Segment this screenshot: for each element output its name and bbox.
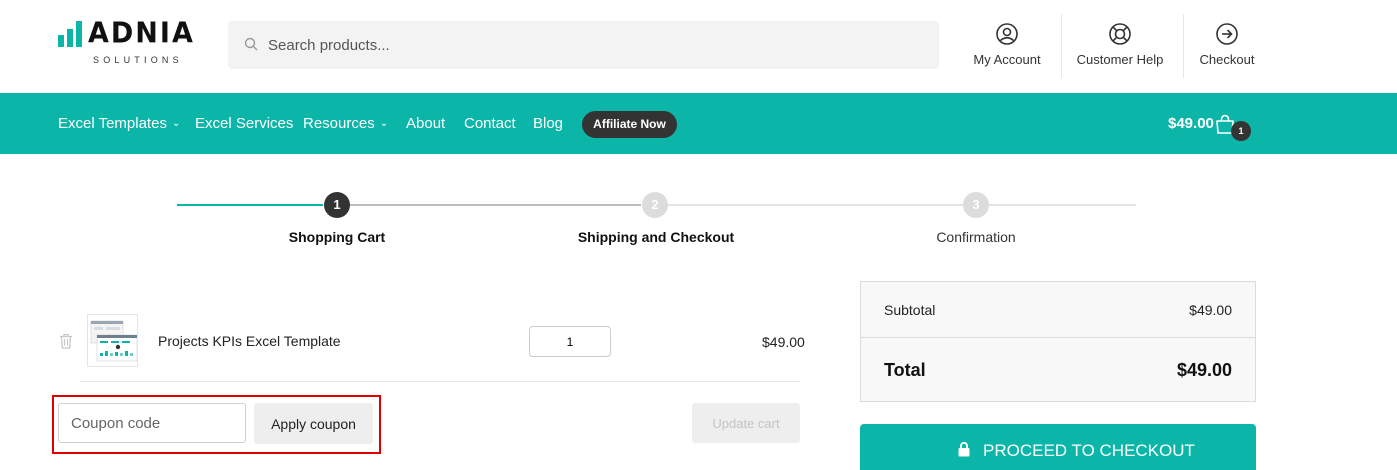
lock-icon [958, 441, 970, 457]
user-circle-icon [996, 23, 1018, 45]
chevron-down-icon: ⌄ [171, 118, 181, 129]
totals-divider [861, 337, 1255, 338]
nav-item-label: About [406, 115, 446, 132]
nav-item-about[interactable]: About [406, 115, 445, 132]
cart-count-badge: 1 [1231, 121, 1251, 141]
product-thumbnail[interactable] [87, 314, 138, 367]
my-account-label: My Account [973, 52, 1041, 67]
step-3-badge: 3 [963, 192, 989, 218]
my-account-link[interactable]: My Account [962, 14, 1052, 78]
step-2-badge: 2 [642, 192, 668, 218]
nav-item-blog[interactable]: Blog [533, 115, 563, 132]
trash-icon[interactable] [59, 333, 73, 349]
arrow-right-circle-icon [1216, 23, 1238, 45]
row-divider [80, 381, 800, 382]
nav-item-excel-services[interactable]: Excel Services [195, 115, 293, 132]
step-1-label: Shopping Cart [288, 229, 386, 245]
nav-item-contact[interactable]: Contact [464, 115, 516, 132]
brand-name: ADNIA [88, 17, 195, 50]
nav-item-excel-templates[interactable]: Excel Templates ⌄ [58, 115, 180, 132]
line-item-price: $49.00 [762, 334, 805, 350]
proceed-to-checkout-label: PROCEED TO CHECKOUT [983, 441, 1195, 460]
step-1-badge: 1 [324, 192, 350, 218]
apply-coupon-button[interactable]: Apply coupon [254, 403, 373, 444]
total-label: Total [884, 360, 926, 380]
nav-item-label: Excel Services [195, 115, 294, 132]
cart-totals-panel: Subtotal $49.00 Total $49.00 [860, 281, 1256, 402]
checkout-label: Checkout [1199, 52, 1255, 67]
brand-tagline: SOLUTIONS [93, 55, 183, 65]
total-value: $49.00 [1176, 360, 1232, 380]
header-divider [1183, 14, 1184, 78]
step-3-label: Confirmation [936, 229, 1016, 245]
search-box [228, 21, 939, 69]
subtotal-label: Subtotal [884, 302, 936, 318]
subtotal-value: $49.00 [1189, 302, 1232, 318]
chevron-down-icon: ⌄ [379, 118, 389, 129]
main-nav: Excel Templates ⌄ Excel Services Resource… [0, 93, 1397, 154]
progress-line-complete [177, 204, 323, 206]
nav-item-resources[interactable]: Resources ⌄ [303, 115, 388, 132]
site-header: ADNIA SOLUTIONS My Account Customer Help [0, 0, 1397, 93]
lifebuoy-icon [1109, 23, 1131, 45]
customer-help-link[interactable]: Customer Help [1068, 14, 1172, 78]
nav-item-label: Excel Templates [58, 115, 167, 132]
progress-line [989, 204, 1136, 206]
nav-item-label: Blog [533, 115, 564, 132]
cart-total[interactable]: $49.00 [1168, 115, 1214, 132]
logo-bars-icon [58, 21, 84, 47]
progress-line [349, 204, 641, 206]
brand-logo[interactable]: ADNIA SOLUTIONS [58, 17, 193, 68]
nav-item-label: Contact [464, 115, 516, 132]
quantity-input[interactable] [529, 326, 611, 357]
affiliate-now-button[interactable]: Affiliate Now [582, 111, 677, 138]
search-icon [244, 37, 258, 51]
product-name-link[interactable]: Projects KPIs Excel Template [158, 333, 341, 349]
search-input[interactable] [268, 21, 928, 69]
update-cart-button[interactable]: Update cart [692, 403, 800, 443]
customer-help-label: Customer Help [1076, 52, 1164, 67]
header-divider [1061, 14, 1062, 78]
checkout-link[interactable]: Checkout [1192, 14, 1262, 78]
coupon-code-input[interactable] [58, 403, 246, 443]
product-image-icon [90, 320, 137, 362]
progress-line [667, 204, 963, 206]
step-2-label: Shipping and Checkout [577, 229, 735, 245]
nav-item-label: Resources [303, 115, 375, 132]
